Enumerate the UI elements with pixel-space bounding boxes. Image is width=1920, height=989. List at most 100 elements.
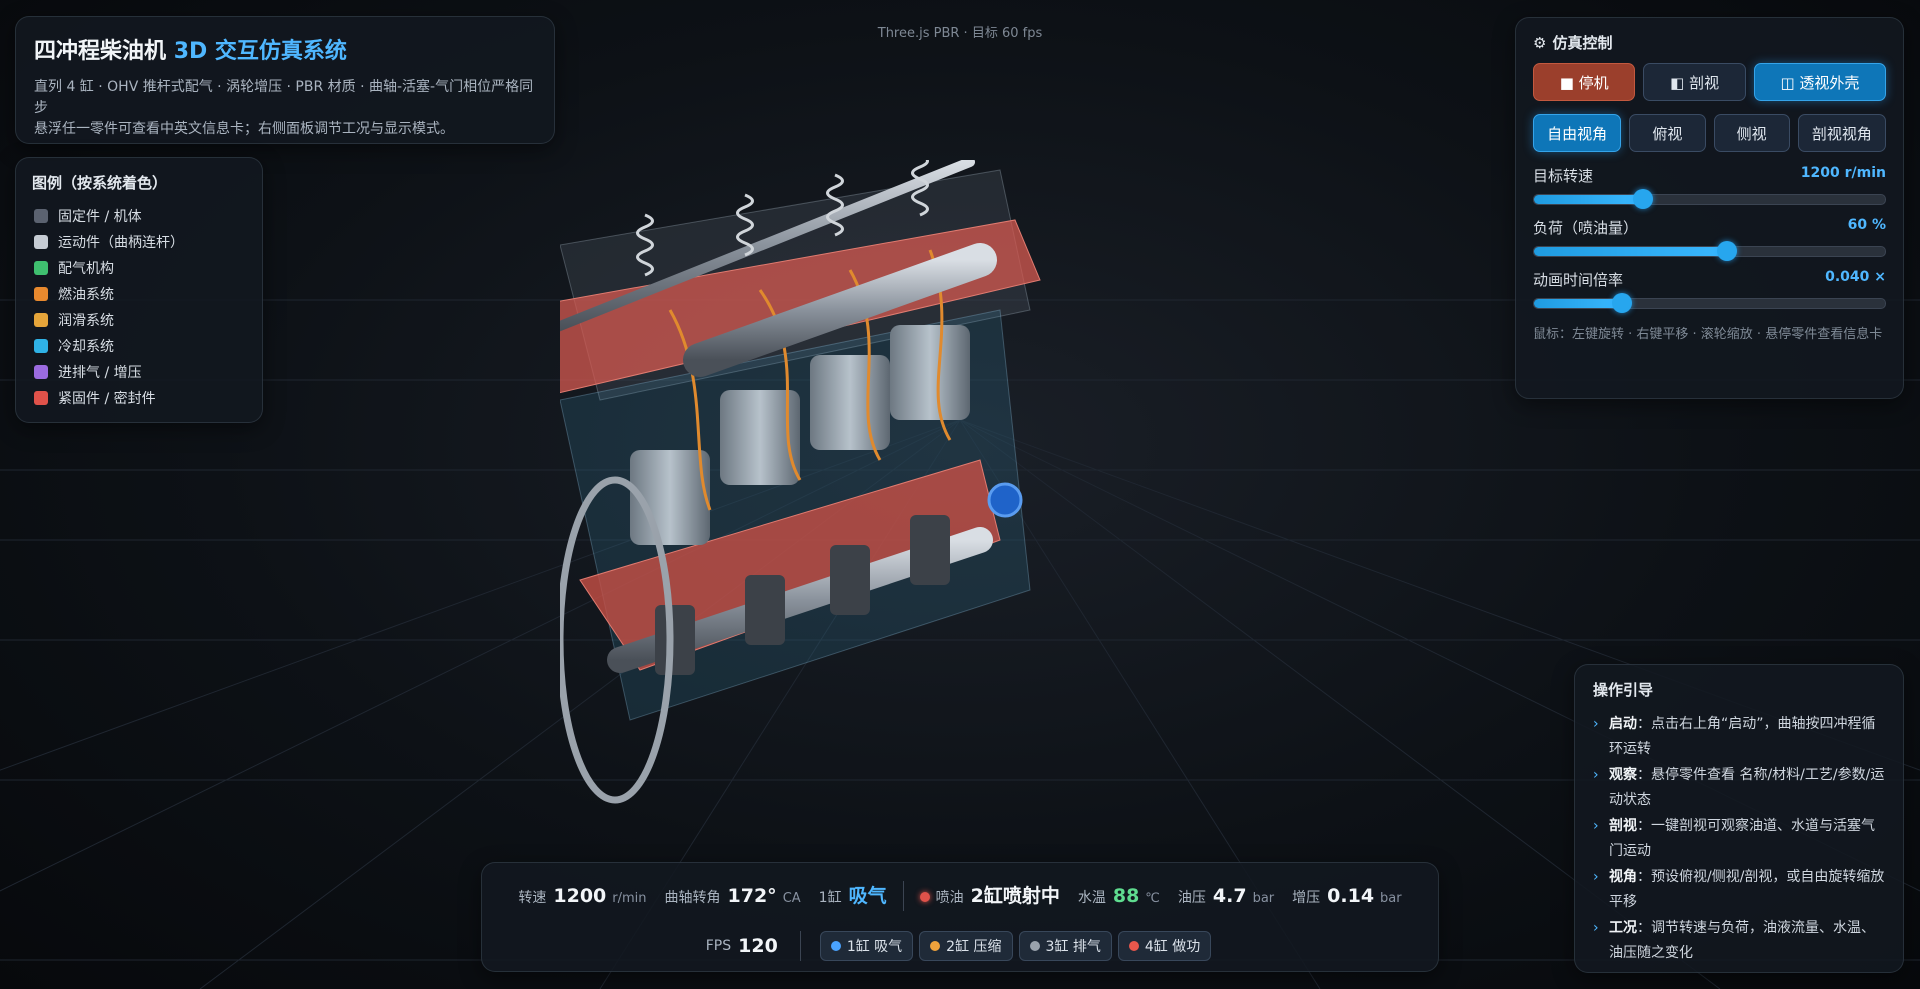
status-row-2: FPS 120 1缸 吸气 2缸 压缩 3缸 排气 4缸 做功 (482, 931, 1438, 961)
chevron-right-icon: › (1593, 869, 1599, 885)
guide-item: › 工况：调节转速与负荷，油液流量、水温、油压随之变化 (1593, 916, 1885, 966)
legend-list: 固定件 / 机体 运动件（曲柄连杆） 配气机构 燃油系统 润滑系统 冷却系统 进排气 / 增… (32, 203, 246, 411)
legend-label: 冷却系统 (58, 339, 114, 355)
crank-label: 曲轴转角 (664, 890, 721, 906)
guide-item: › 剖视：一键剖视可观察油道、水道与活塞气门运动 (1593, 814, 1885, 864)
view-free-button[interactable]: 自由视角 (1533, 114, 1622, 152)
slider-header: 目标转速 1200 r/min (1533, 165, 1886, 186)
slider-track[interactable] (1533, 293, 1886, 313)
guide-key: 工况 (1609, 920, 1637, 936)
chip-label: 1缸 吸气 (846, 939, 903, 955)
slider-label: 负荷（喷油量） (1533, 219, 1639, 237)
operation-guide-panel: 操作引导 › 启动：点击右上角“启动”，曲轴按四冲程循环运转 › 观察：悬停零件查看 … (1574, 664, 1904, 973)
slider-fill (1534, 195, 1643, 204)
cylinder-phase-chip: 3缸 排气 (1018, 931, 1112, 961)
boost-unit: bar (1380, 891, 1402, 906)
legend-label: 运动件（曲柄连杆） (58, 235, 184, 251)
legend-item: 配气机构 (32, 255, 246, 281)
slider-handle[interactable] (1611, 293, 1632, 313)
water-pump-pulley[interactable] (987, 482, 1023, 518)
oil-label: 油压 (1177, 890, 1206, 906)
slider-group: 目标转速 1200 r/min 负荷（喷油量） 60 % 动画时间倍率 0.040 × (1533, 165, 1886, 313)
boost-label: 增压 (1292, 890, 1321, 906)
engine-3d-viewport[interactable] (560, 160, 1320, 860)
inject-indicator-icon (919, 892, 930, 902)
phase-dot-icon (1128, 941, 1139, 951)
guide-text: ：悬停零件查看 名称/材料/工艺/参数/运动状态 (1609, 767, 1885, 808)
slider-value: 60 % (1847, 217, 1886, 233)
transparent-shell-button[interactable]: ◫ 透视外壳 (1753, 63, 1887, 101)
title-panel: 四冲程柴油机 3D 交互仿真系统 直列 4 缸 · OHV 推杆式配气 · 涡轮… (15, 16, 555, 144)
rpm-label: 转速 (518, 890, 547, 906)
guide-text: ：一键剖视可观察油道、水道与活塞气门运动 (1609, 818, 1875, 859)
gear-icon: ⚙ (1533, 33, 1547, 52)
view-section-button[interactable]: 剖视视角 (1797, 114, 1886, 152)
cyl1-label: 1缸 (818, 890, 842, 906)
oil-value: 4.7 (1212, 885, 1247, 907)
inject-label: 喷油 (935, 890, 964, 906)
stop-button[interactable]: ■ 停机 (1533, 63, 1636, 101)
guide-text: ：点击右上角“启动”，曲轴按四冲程循环运转 (1609, 716, 1876, 757)
rpm-value: 1200 (553, 885, 607, 907)
oil-unit: bar (1252, 891, 1275, 906)
cylinder-phase-chips: 1缸 吸气 2缸 压缩 3缸 排气 4缸 做功 (817, 931, 1214, 961)
slider-value: 1200 r/min (1800, 165, 1886, 181)
slider-header: 动画时间倍率 0.040 × (1533, 269, 1886, 290)
legend-item: 固定件 / 机体 (32, 203, 246, 229)
slider-handle[interactable] (1717, 241, 1738, 261)
legend-label: 紧固件 / 密封件 (58, 391, 156, 407)
legend-swatch (34, 391, 48, 405)
legend-label: 进排气 / 增压 (58, 365, 142, 381)
cylinder-phase-chip: 4缸 做功 (1117, 931, 1212, 961)
boost-value: 0.14 (1327, 885, 1375, 907)
divider (902, 881, 904, 911)
phase-dot-icon (930, 941, 941, 951)
slider-block: 负荷（喷油量） 60 % (1533, 217, 1886, 261)
fps-value: 120 (738, 935, 778, 957)
crank-unit: CA (782, 891, 801, 906)
guide-text: ：调节转速与负荷，油液流量、水温、油压随之变化 (1609, 920, 1875, 961)
cylinder-phase-chip: 1缸 吸气 (819, 931, 914, 961)
legend-item: 冷却系统 (32, 333, 246, 359)
section-view-button[interactable]: ◧ 剖视 (1643, 63, 1746, 101)
slider-block: 目标转速 1200 r/min (1533, 165, 1886, 209)
crank-value: 172° (727, 885, 777, 907)
guide-key: 视角 (1609, 869, 1637, 885)
mouse-hint: 鼠标：左键旋转 · 右键平移 · 滚轮缩放 · 悬停零件查看信息卡 (1533, 327, 1883, 342)
chevron-right-icon: › (1593, 818, 1599, 834)
slider-handle[interactable] (1632, 189, 1653, 209)
legend-swatch (34, 287, 48, 301)
slider-track[interactable] (1533, 241, 1886, 261)
water-value: 88 (1112, 885, 1140, 907)
legend-item: 燃油系统 (32, 281, 246, 307)
legend-swatch (34, 209, 48, 223)
view-top-button[interactable]: 俯视 (1629, 114, 1706, 152)
legend-swatch (34, 365, 48, 379)
legend-swatch (34, 235, 48, 249)
cyl1-state: 吸气 (848, 885, 887, 907)
divider (799, 931, 801, 961)
guide-key: 启动 (1609, 716, 1637, 732)
legend-swatch (34, 313, 48, 327)
guide-item: › 观察：悬停零件查看 名称/材料/工艺/参数/运动状态 (1593, 763, 1885, 813)
rpm-unit: r/min (612, 891, 647, 906)
slider-fill (1534, 299, 1622, 308)
guide-key: 剖视 (1609, 818, 1637, 834)
chevron-right-icon: › (1593, 767, 1599, 783)
water-label: 水温 (1077, 890, 1106, 906)
status-bar: 转速 1200 r/min 曲轴转角 172° CA 1缸 吸气 喷油 2缸喷射… (481, 862, 1439, 972)
status-row-1: 转速 1200 r/min 曲轴转角 172° CA 1缸 吸气 喷油 2缸喷射… (482, 881, 1438, 911)
guide-text: ：预设俯视/侧视/剖视，或自由旋转缩放平移 (1609, 869, 1885, 910)
slider-label: 目标转速 (1533, 167, 1594, 185)
slider-track[interactable] (1533, 189, 1886, 209)
guide-item: › 视角：预设俯视/侧视/剖视，或自由旋转缩放平移 (1593, 865, 1885, 915)
slider-value: 0.040 × (1825, 269, 1886, 285)
guide-list: › 启动：点击右上角“启动”，曲轴按四冲程循环运转 › 观察：悬停零件查看 名称/材料… (1593, 712, 1885, 966)
guide-item: › 启动：点击右上角“启动”，曲轴按四冲程循环运转 (1593, 712, 1885, 762)
view-side-button[interactable]: 侧视 (1713, 114, 1790, 152)
guide-key: 观察 (1609, 767, 1637, 783)
chevron-right-icon: › (1593, 716, 1599, 732)
subtitle-line1: 直列 4 缸 · OHV 推杆式配气 · 涡轮增压 · PBR 材质 · 曲轴-… (34, 79, 534, 116)
legend-title: 图例（按系统着色） (32, 174, 168, 192)
legend-item: 紧固件 / 密封件 (32, 385, 246, 411)
